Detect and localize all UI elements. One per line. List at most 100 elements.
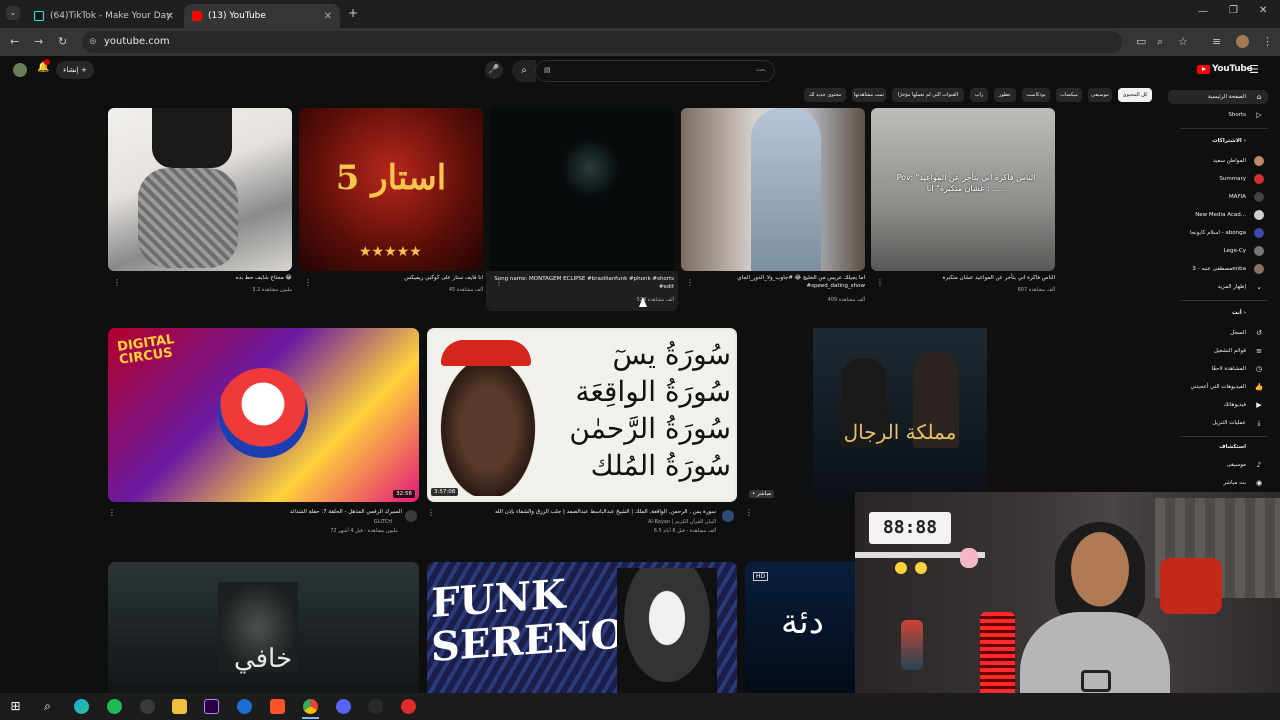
short-title[interactable]: Song name: MONTAGEM ECLIPSE #brazilianfu…: [490, 275, 674, 291]
more-options-icon[interactable]: ⋮: [113, 278, 121, 287]
chrome-icon[interactable]: [303, 699, 318, 714]
search-icon[interactable]: ⌕: [40, 699, 55, 714]
short-thumbnail[interactable]: [490, 108, 674, 271]
windows-start-icon[interactable]: ⊞: [8, 699, 23, 714]
video-title[interactable]: سورة يس , الرحمن, الواقعة, الملك | الشيخ…: [440, 508, 716, 516]
forward-icon[interactable]: →: [34, 35, 43, 48]
more-options-icon[interactable]: ⋮: [686, 278, 694, 287]
video-thumbnail[interactable]: سُورَةُ يسٓ سُورَةُ الواقِعَة سُورَةُ ال…: [427, 328, 737, 502]
minimize-button[interactable]: —: [1198, 6, 1208, 17]
sidebar-item-live[interactable]: بث مباشر ◉: [1168, 476, 1268, 490]
subscriptions-heading[interactable]: الاشتراكات ›: [1168, 138, 1268, 144]
search-placeholder: بحث: [755, 67, 766, 73]
more-options-icon[interactable]: ⋮: [108, 508, 116, 517]
sidebar-show-more[interactable]: إظهار المزيد ⌄: [1168, 280, 1268, 294]
channel-avatar[interactable]: [722, 510, 734, 522]
more-options-icon[interactable]: ⋮: [745, 508, 753, 517]
sidebar-item-history[interactable]: السجل ↺: [1168, 326, 1268, 340]
spotify-icon[interactable]: [107, 699, 122, 714]
sidebar-item-playlists[interactable]: قوائم التشغيل ≡: [1168, 344, 1268, 358]
sidebar-item-subscription[interactable]: New Media Acad...: [1168, 208, 1268, 222]
sidebar-item-subscription[interactable]: المواطن سعيد: [1168, 154, 1268, 168]
channel-name[interactable]: Al-Bayan | البيان للقرآن الكريم: [440, 518, 716, 526]
reload-icon[interactable]: ↻: [58, 35, 67, 48]
more-options-icon[interactable]: ⋮: [876, 278, 884, 287]
channel-avatar[interactable]: [405, 510, 417, 522]
premiere-icon[interactable]: [204, 699, 219, 714]
url-field[interactable]: ⊜ youtube.com: [82, 31, 1122, 53]
brave-icon[interactable]: [270, 699, 285, 714]
capcut-icon[interactable]: [237, 699, 252, 714]
sidebar-item-downloads[interactable]: عمليات التنزيل ⤓: [1168, 416, 1268, 430]
short-title[interactable]: محتاج شايف حط بده 😂: [108, 274, 292, 282]
sidebar-item-home[interactable]: الصفحة الرئيسية ⌂: [1168, 90, 1268, 104]
extensions-icon[interactable]: ≡: [1212, 35, 1221, 48]
video-thumbnail[interactable]: خافي: [108, 562, 419, 693]
sidebar-item-subscription[interactable]: Summary: [1168, 172, 1268, 186]
file-explorer-icon[interactable]: [172, 699, 187, 714]
video-title[interactable]: السيرك الرقمي المذهل - الحلقة 7: حفلة ال…: [120, 508, 402, 516]
voice-search-icon[interactable]: 🎤: [485, 61, 503, 79]
short-title[interactable]: اما يجيلك عريس من الخليج 😂 #جاوب_ولا_الد…: [681, 274, 865, 290]
sidebar-item-your-videos[interactable]: فيديوهاتك ▶: [1168, 398, 1268, 412]
sidebar-item-shorts[interactable]: Shorts ▷: [1168, 108, 1268, 122]
hamburger-menu-icon[interactable]: ☰: [1249, 63, 1259, 76]
sidebar-item-liked[interactable]: الفيديوهات التي أعجبتني 👍: [1168, 380, 1268, 394]
video-thumbnail[interactable]: DIGITAL CIRCUS 32:56: [108, 328, 419, 502]
bookmark-star-icon[interactable]: ☆: [1178, 35, 1188, 48]
chip-new-for-you[interactable]: محتوى جديد لك: [804, 88, 846, 102]
tab-tiktok[interactable]: (64)TikTok - Make Your Day ✕: [26, 4, 182, 28]
sidebar-item-music[interactable]: موسيقى ♪: [1168, 458, 1268, 472]
video-thumbnail[interactable]: مملكة الرجال • مباشر: [745, 328, 1055, 502]
app-icon[interactable]: [401, 699, 416, 714]
restore-button[interactable]: ❐: [1229, 5, 1238, 16]
back-icon[interactable]: ←: [10, 35, 19, 48]
zoom-icon[interactable]: ⌕: [1157, 35, 1163, 49]
more-options-icon[interactable]: ⋮: [427, 508, 435, 517]
create-button[interactable]: إنشاء +: [56, 61, 94, 79]
chip-music[interactable]: موسيقى: [1088, 88, 1112, 102]
short-thumbnail[interactable]: Pov: "الناس فاكرة اني بتأخر عن المواعيد …: [871, 108, 1055, 271]
app-icon[interactable]: [140, 699, 155, 714]
obs-icon[interactable]: [368, 699, 383, 714]
chip-perfume[interactable]: عطور: [994, 88, 1016, 102]
more-options-icon[interactable]: ⋮: [495, 278, 503, 287]
sidebar-item-subscription[interactable]: MAFIA: [1168, 190, 1268, 204]
short-title[interactable]: الناس فاكرة اني بتأخر عن المواعيد عشان م…: [871, 274, 1055, 282]
chip-all[interactable]: كل المحتوى: [1118, 88, 1152, 102]
search-icon[interactable]: ⌕: [512, 60, 536, 82]
tab-youtube[interactable]: (13) YouTube ✕: [184, 4, 340, 28]
tab-search-button[interactable]: ⌄: [6, 6, 20, 20]
chip-watched[interactable]: تمت مشاهدتها: [852, 88, 886, 102]
close-window-button[interactable]: ✕: [1259, 5, 1267, 16]
menu-icon[interactable]: ⋮: [1262, 35, 1273, 48]
sidebar-item-subscription[interactable]: اسلام كابونجا - abonga: [1168, 226, 1268, 240]
youtube-logo[interactable]: YouTube: [1197, 64, 1253, 74]
new-tab-button[interactable]: +: [348, 6, 358, 20]
sidebar-item-subscription[interactable]: مصطفى عنبه - 3enba: [1168, 262, 1268, 276]
avatar[interactable]: [13, 63, 27, 77]
channel-name[interactable]: GLITCH: [120, 518, 392, 526]
chip-podcast[interactable]: بودكاست: [1022, 88, 1050, 102]
edge-icon[interactable]: [74, 699, 89, 714]
close-icon[interactable]: ✕: [166, 11, 174, 22]
chip-rap[interactable]: راب: [970, 88, 988, 102]
site-info-icon[interactable]: ⊜: [89, 31, 97, 53]
short-thumbnail[interactable]: 5 استار ★★★★★: [299, 108, 483, 271]
more-options-icon[interactable]: ⋮: [304, 278, 312, 287]
short-title[interactable]: انا فايف ستار على كوكبي ريميكس: [299, 274, 483, 282]
close-icon[interactable]: ✕: [324, 11, 332, 22]
video-thumbnail[interactable]: HD دئة: [745, 562, 855, 693]
short-thumbnail[interactable]: [108, 108, 292, 271]
search-input[interactable]: ▤ بحث: [535, 60, 775, 82]
short-thumbnail[interactable]: [681, 108, 865, 271]
sidebar-item-subscription[interactable]: Lege-Cy: [1168, 244, 1268, 258]
video-thumbnail[interactable]: FUNK SERENO: [427, 562, 737, 693]
discord-icon[interactable]: [336, 699, 351, 714]
chip-unwatched-channels[interactable]: القنوات التي لم تعملها مؤخرًا: [892, 88, 964, 102]
sidebar-item-watch-later[interactable]: المشاهدة لاحقًا ◷: [1168, 362, 1268, 376]
profile-avatar[interactable]: [1236, 35, 1249, 48]
chip-mixes[interactable]: ميكسات: [1056, 88, 1082, 102]
you-heading[interactable]: أنت ›: [1168, 310, 1268, 316]
cast-icon[interactable]: ▭: [1136, 35, 1146, 48]
